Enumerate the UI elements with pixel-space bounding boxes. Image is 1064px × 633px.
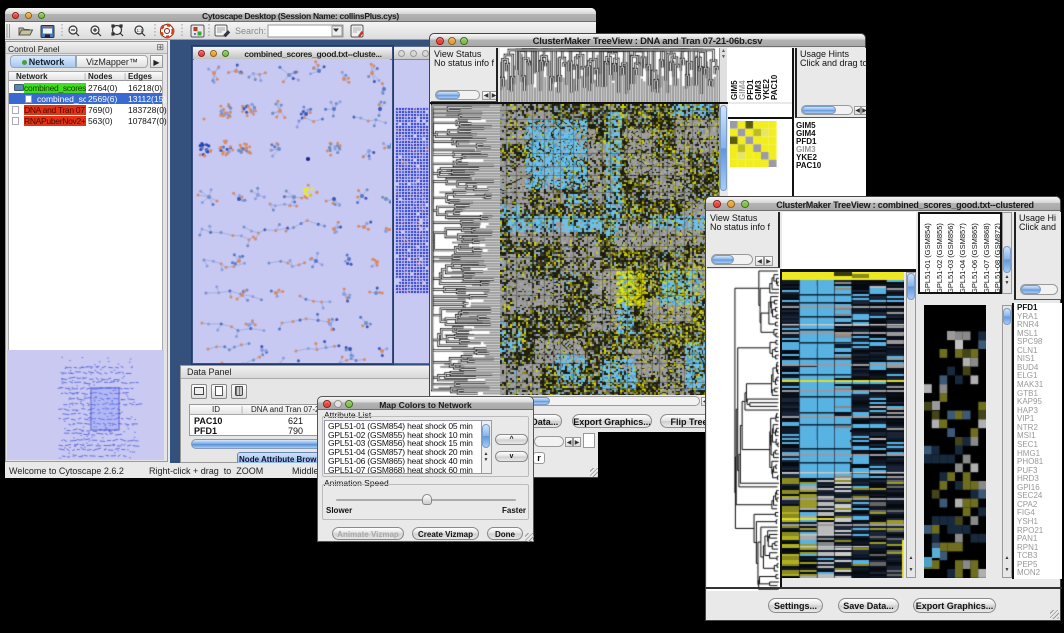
- svg-text:Search:: Search:: [235, 26, 266, 36]
- svg-text:1:1: 1:1: [137, 28, 144, 33]
